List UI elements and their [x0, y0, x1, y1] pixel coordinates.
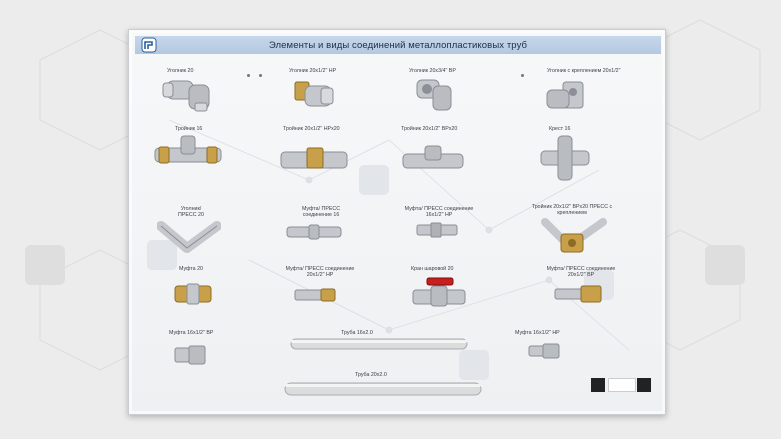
mounting-pin	[521, 74, 524, 77]
tee-fitting	[154, 135, 222, 164]
pipe-label: Труба 20х2.0	[355, 372, 387, 378]
info-plate	[608, 378, 636, 392]
elbow-fitting	[162, 80, 210, 112]
fitting-label: Муфта 20	[179, 266, 203, 272]
fitting-label: Уголник с креплением 20х1/2"	[547, 68, 621, 74]
elbow-fitting-female	[416, 79, 452, 111]
qr-code-right	[637, 378, 651, 392]
fitting-label: Уголник 20х1/2" НР	[289, 68, 337, 74]
fitting-label: Уголник 20	[167, 68, 194, 74]
fitting-label: Муфта/ ПРЕСС соединение 20х1/2" НР	[285, 266, 355, 278]
press-coupling-female	[554, 285, 602, 303]
fitting-label: Кран шаровой 20	[411, 266, 454, 272]
display-board: Элементы и виды соединений металлопласти…	[128, 29, 666, 415]
press-coupling-male	[294, 288, 336, 302]
female-adapter	[174, 345, 206, 365]
wall-elbow-fitting	[546, 81, 584, 109]
pipe-20	[284, 382, 482, 396]
fitting-label: Муфта/ ПРЕСС соединение 16	[301, 206, 341, 218]
pipe-16	[290, 338, 468, 350]
bg-logo-mark	[25, 245, 65, 285]
compression-coupling	[174, 283, 212, 305]
press-coupling-threaded	[416, 222, 458, 238]
press-coupling	[286, 224, 342, 240]
fitting-label: Уголник 20х3/4" ВР	[409, 68, 456, 74]
press-elbow-fitting	[157, 221, 221, 253]
press-tee-wall-fitting	[541, 218, 607, 253]
fitting-label: Муфта/ ПРЕСС соединение 20х1/2" ВР	[546, 266, 616, 278]
fitting-label: Уголник/ ПРЕСС 20	[178, 206, 204, 218]
fitting-label: Муфта 16х1/2" НР	[515, 330, 560, 336]
board-header: Элементы и виды соединений металлопласти…	[135, 36, 661, 54]
tee-fitting-threaded	[280, 147, 348, 169]
fitting-label: Тройник 20х1/2" ВРх20 ПРЕСС с креплением	[531, 204, 613, 216]
fitting-label: Тройник 16	[175, 126, 203, 132]
company-logo-icon	[141, 37, 157, 53]
mounting-pin	[247, 74, 250, 77]
fitting-label: Муфта/ ПРЕСС соединение 16х1/2" НР	[404, 206, 474, 218]
tee-fitting-female	[402, 145, 464, 169]
male-adapter	[528, 343, 560, 359]
qr-code-left	[591, 378, 605, 392]
elbow-fitting-threaded	[294, 81, 334, 107]
mounting-pin	[259, 74, 262, 77]
board-title: Элементы и виды соединений металлопласти…	[268, 39, 528, 51]
cross-fitting	[540, 135, 590, 181]
fitting-label: Муфта 16х1/2" ВР	[169, 330, 214, 336]
fitting-label: Тройник 20х1/2" ВРх20	[401, 126, 458, 132]
ball-valve	[412, 277, 466, 307]
fitting-label: Крест 16	[549, 126, 571, 132]
fitting-label: Тройник 20х1/2" НРх20	[283, 126, 340, 132]
